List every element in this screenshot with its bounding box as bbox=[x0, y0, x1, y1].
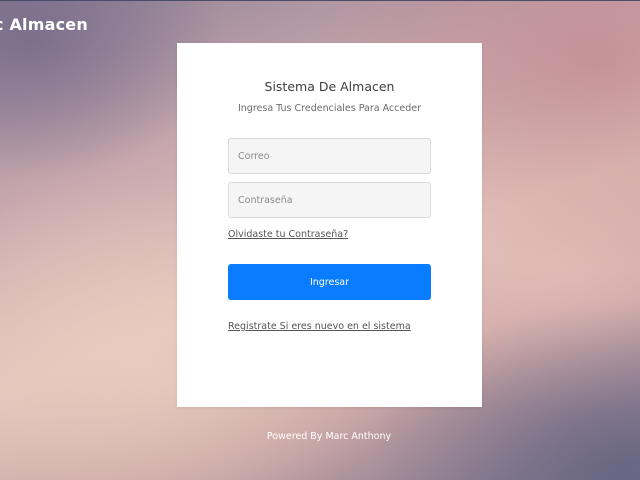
email-field[interactable] bbox=[228, 138, 431, 174]
register-link[interactable]: Registrate Si eres nuevo en el sistema bbox=[228, 321, 411, 332]
login-title: Sistema De Almacen bbox=[264, 79, 395, 94]
login-card: Sistema De Almacen Ingresa Tus Credencia… bbox=[177, 43, 482, 407]
top-border bbox=[0, 0, 640, 1]
footer-credit: Powered By Marc Anthony bbox=[266, 431, 392, 442]
forgot-password-link[interactable]: Olvidaste tu Contraseña? bbox=[228, 229, 348, 240]
login-button[interactable]: Ingresar bbox=[228, 264, 431, 300]
login-subtitle: Ingresa Tus Credenciales Para Acceder bbox=[237, 103, 422, 114]
password-field[interactable] bbox=[228, 182, 431, 218]
brand-title[interactable]: c Almacen bbox=[0, 15, 88, 34]
